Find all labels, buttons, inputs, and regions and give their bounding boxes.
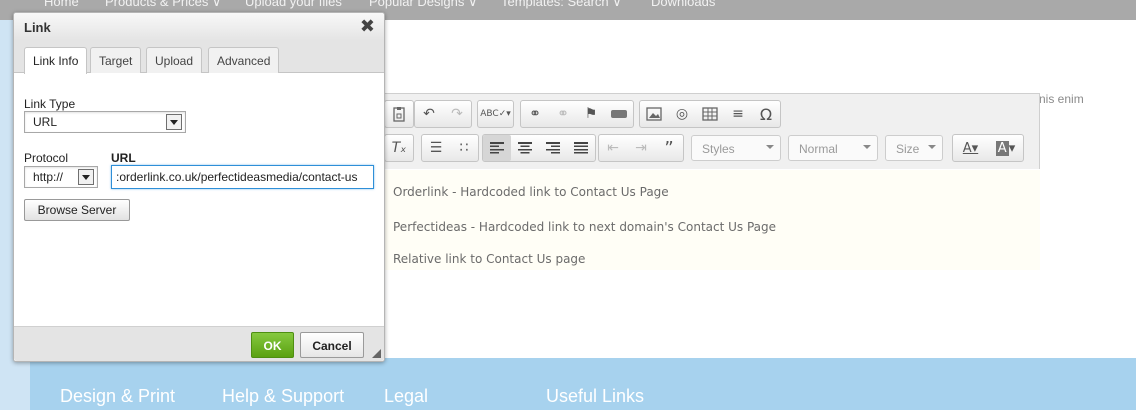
- dialog-footer: OK Cancel: [14, 326, 384, 361]
- ok-button[interactable]: OK: [251, 332, 294, 358]
- bulleted-list-icon[interactable]: ∷: [450, 135, 478, 161]
- link-icon[interactable]: ⚭: [521, 101, 549, 127]
- size-dropdown-label: Size: [896, 142, 920, 156]
- undo-icon[interactable]: ↶: [415, 101, 443, 127]
- paste-text-icon[interactable]: [385, 101, 413, 127]
- content-line: Orderlink - Hardcoded link to Contact Us…: [393, 185, 669, 199]
- nav-item-upload[interactable]: Upload your files: [245, 0, 342, 9]
- toolbar-group-remove-format: Tₓ: [384, 134, 414, 162]
- tab-link-info[interactable]: Link Info: [24, 47, 88, 74]
- styles-dropdown[interactable]: Styles: [691, 135, 781, 161]
- table-icon[interactable]: [696, 101, 724, 127]
- close-icon[interactable]: ✖: [360, 16, 375, 37]
- nav-item-popular-designs[interactable]: Popular Designs ∨: [369, 0, 478, 10]
- background-partial-text: nis enim: [1039, 92, 1084, 106]
- toolbar-group-indent: ⇤ ⇥ ”: [598, 134, 684, 162]
- link-type-label: Link Type: [24, 97, 76, 111]
- footer-link-help-support[interactable]: Help & Support: [222, 386, 344, 407]
- protocol-value: http://: [33, 170, 64, 184]
- toolbar-group-spellcheck: ABC✓▾: [477, 100, 514, 128]
- remove-format-icon[interactable]: Tₓ: [385, 135, 413, 161]
- chevron-down-icon: [766, 145, 774, 149]
- rich-text-editor-toolbar: ↶ ↷ ABC✓▾ ⚭ ⚭ ⚑ ◎ ≡ Ω Tₓ ☰ ∷ ⇤ ⇥ ” Style…: [384, 93, 1040, 169]
- dialog-title-bar[interactable]: Link ✖: [14, 13, 384, 41]
- image-icon[interactable]: [640, 101, 668, 127]
- protocol-select[interactable]: http://: [24, 166, 98, 188]
- dropdown-arrow-icon: [78, 169, 94, 185]
- nav-item-home[interactable]: Home: [44, 0, 79, 9]
- tab-target[interactable]: Target: [90, 47, 142, 74]
- cancel-button[interactable]: Cancel: [300, 332, 364, 358]
- unlink-icon[interactable]: ⚭: [549, 101, 577, 127]
- nav-item-downloads[interactable]: Downloads: [651, 0, 715, 9]
- tab-upload[interactable]: Upload: [146, 47, 203, 74]
- chevron-down-icon: [863, 145, 871, 149]
- page-footer: Design & Print Help & Support Legal Usef…: [30, 358, 1136, 410]
- align-left-icon[interactable]: [483, 135, 511, 161]
- url-input[interactable]: :orderlink.co.uk/perfectideasmedia/conta…: [111, 165, 374, 189]
- numbered-list-icon[interactable]: ☰: [422, 135, 450, 161]
- toolbar-group-colors: A▾ A ▾: [952, 134, 1024, 162]
- browse-server-button[interactable]: Browse Server: [24, 199, 130, 221]
- dialog-title: Link: [24, 20, 51, 35]
- flash-globe-icon[interactable]: ◎: [668, 101, 696, 127]
- toolbar-group-clipboard: [384, 100, 414, 128]
- content-line: Relative link to Contact Us page: [393, 252, 586, 266]
- iframe-icon[interactable]: [605, 101, 633, 127]
- protocol-label: Protocol: [24, 151, 69, 165]
- toolbar-group-lists: ☰ ∷: [421, 134, 479, 162]
- spellcheck-icon[interactable]: ABC✓▾: [478, 101, 513, 127]
- tab-advanced[interactable]: Advanced: [208, 47, 280, 74]
- redo-icon[interactable]: ↷: [443, 101, 471, 127]
- content-line: Perfectideas - Hardcoded link to next do…: [393, 220, 777, 234]
- toolbar-group-alignment: [482, 134, 596, 162]
- footer-link-useful-links[interactable]: Useful Links: [546, 386, 644, 407]
- nav-item-products[interactable]: Products & Prices ∨: [105, 0, 221, 10]
- toolbar-group-insert: ◎ ≡ Ω: [639, 100, 781, 128]
- background-color-icon[interactable]: A ▾: [988, 135, 1023, 161]
- toolbar-group-history: ↶ ↷: [414, 100, 472, 128]
- format-dropdown[interactable]: Normal: [788, 135, 878, 161]
- nav-item-templates[interactable]: Templates: Search ∨: [501, 0, 622, 10]
- align-right-icon[interactable]: [539, 135, 567, 161]
- url-label: URL: [111, 151, 136, 165]
- justify-icon[interactable]: [567, 135, 595, 161]
- dialog-body: Link Type URL Protocol URL http:// :orde…: [14, 73, 384, 326]
- styles-dropdown-label: Styles: [702, 142, 735, 156]
- editor-content-area[interactable]: Orderlink - Hardcoded link to Contact Us…: [384, 170, 1040, 270]
- footer-link-design-print[interactable]: Design & Print: [60, 386, 175, 407]
- resize-handle-icon[interactable]: [372, 349, 381, 358]
- blockquote-icon[interactable]: ”: [655, 135, 683, 161]
- footer-link-legal[interactable]: Legal: [384, 386, 428, 407]
- dialog-tabs: Link Info Target Upload Advanced: [14, 41, 384, 74]
- toolbar-group-links: ⚭ ⚭ ⚑: [520, 100, 634, 128]
- link-dialog: Link ✖ Link Info Target Upload Advanced …: [13, 12, 385, 362]
- align-center-icon[interactable]: [511, 135, 539, 161]
- link-type-value: URL: [33, 115, 58, 129]
- dropdown-arrow-icon: [166, 114, 182, 130]
- size-dropdown[interactable]: Size: [885, 135, 943, 161]
- increase-indent-icon[interactable]: ⇥: [627, 135, 655, 161]
- text-color-icon[interactable]: A▾: [953, 135, 988, 161]
- horizontal-rule-icon[interactable]: ≡: [724, 101, 752, 127]
- link-type-select[interactable]: URL: [24, 111, 186, 133]
- chevron-down-icon: [928, 145, 936, 149]
- decrease-indent-icon[interactable]: ⇤: [599, 135, 627, 161]
- special-character-omega-icon[interactable]: Ω: [752, 101, 780, 127]
- anchor-flag-icon[interactable]: ⚑: [577, 101, 605, 127]
- format-dropdown-label: Normal: [799, 142, 838, 156]
